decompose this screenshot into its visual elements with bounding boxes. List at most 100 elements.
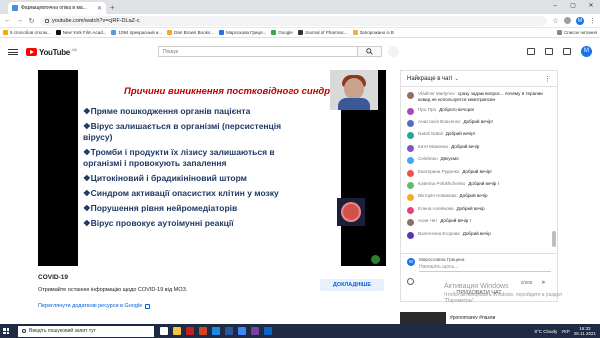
avatar — [407, 92, 414, 99]
presentation-slide: Причини виникнення постковідного синдром… — [78, 70, 365, 266]
avatar — [407, 181, 414, 189]
chat-header: Найкраще в чаті ⌄ ⋮ — [401, 71, 557, 87]
windows-activation-text: Чтобы активировать Windows, перейдите в … — [444, 292, 563, 304]
chrome-icon[interactable] — [238, 327, 246, 335]
bookmark-icon — [55, 30, 61, 35]
chat-message: Vladimir Martynov сразу задам вопрос... п… — [401, 89, 551, 105]
chevron-down-icon[interactable]: ⌄ — [454, 76, 458, 82]
folder-icon — [352, 30, 358, 35]
bookmark-item[interactable]: Запорожано із В — [352, 30, 394, 35]
acrobat-icon[interactable] — [186, 327, 194, 335]
create-video-icon[interactable] — [527, 48, 535, 55]
youtube-header: YouTube UA Пошук M — [0, 38, 600, 66]
bookmark-star-icon[interactable]: ☆ — [552, 17, 559, 25]
send-icon[interactable]: ➤ — [541, 279, 546, 286]
forward-icon[interactable]: → — [16, 17, 23, 24]
language-indicator[interactable]: УКР — [561, 329, 569, 334]
avatar — [407, 157, 414, 165]
related-video-thumbnail[interactable] — [400, 312, 446, 324]
chat-scrollbar[interactable] — [552, 231, 556, 247]
bookmark-item[interactable]: Google — [271, 30, 293, 35]
weather-status[interactable]: 8°C Cloudy — [535, 329, 558, 334]
url-field[interactable]: youtube.com/watch?v=cjRF-DLaZ-c — [40, 15, 547, 26]
new-tab-button[interactable]: + — [110, 2, 115, 14]
tab-close-icon[interactable]: ✕ — [97, 5, 102, 12]
lock-icon — [45, 18, 49, 23]
search-input[interactable]: Пошук — [159, 47, 357, 56]
slide-bullet: ❖Порушення рівня нейромедіаторів — [83, 203, 238, 213]
bookmark-icon — [3, 30, 8, 35]
video-player[interactable]: Причини виникнення постковідного синдром… — [38, 70, 386, 266]
maximize-button[interactable]: ▢ — [564, 0, 582, 12]
avatar — [407, 119, 414, 127]
profile-avatar[interactable]: M — [576, 16, 584, 25]
slide-bullet: ❖Синдром активації опасистих клітин у мо… — [83, 188, 279, 198]
slide-bullets: ❖Пряме пошкодження органів пацієнта ❖Вір… — [83, 106, 305, 233]
avatar — [407, 194, 414, 202]
avatar — [407, 144, 414, 152]
taskbar-apps — [160, 327, 272, 335]
char-counter: 0/200 — [521, 280, 533, 285]
browser-tab[interactable]: Фармацевтична опіка в ма... ✕ — [8, 2, 106, 14]
avatar — [407, 219, 414, 227]
composer-author: Мирославна Грицина — [419, 257, 465, 262]
bookmark-item[interactable]: New York Film Acad... — [55, 30, 106, 35]
clock[interactable]: 16:33 26.11.2021 — [574, 326, 596, 336]
related-video-tags[interactable]: #ponomarev #пазли — [450, 315, 495, 321]
extension-icon[interactable] — [564, 17, 571, 24]
chat-message: Про Про Доброго вечора! — [401, 105, 551, 117]
speaker-webcam — [330, 70, 378, 110]
hamburger-menu-icon[interactable] — [8, 49, 18, 55]
edge-icon[interactable] — [212, 327, 220, 335]
slide-bullet: ❖Тромби і продукти їх лізису залишаються… — [83, 147, 275, 168]
reload-icon[interactable]: ↻ — [28, 17, 35, 25]
bookmark-item[interactable]: 1094 прекрасный и... — [111, 30, 162, 35]
minimize-button[interactable]: – — [546, 0, 564, 12]
close-window-button[interactable]: ✕ — [582, 0, 600, 12]
bookmark-item[interactable]: Dan Brown Books... — [167, 30, 214, 35]
bookmark-icon — [297, 30, 303, 35]
chat-menu-icon[interactable]: ⋮ — [544, 75, 551, 83]
window-controls: – ▢ ✕ — [546, 0, 600, 12]
slide-bullet: ❖Цитокіновий і брадикініновий шторм — [83, 173, 247, 183]
chat-message: Валентина Егорова Добрий вечір — [401, 229, 551, 241]
search-button[interactable] — [357, 47, 381, 56]
header-actions: M — [527, 46, 592, 57]
apps-grid-icon[interactable] — [545, 48, 553, 55]
windows-taskbar: Введіть пошуковий запит тут 8°C Cloudy У… — [0, 324, 600, 338]
youtube-wordmark: YouTube — [39, 47, 70, 57]
slide-bullet: ❖Вірус залишається в організмі (персисте… — [83, 121, 282, 142]
powerpoint-icon[interactable] — [199, 327, 207, 335]
avatar — [407, 132, 414, 140]
account-avatar[interactable]: M — [581, 46, 592, 57]
youtube-logo[interactable]: YouTube UA — [26, 48, 77, 57]
word-icon[interactable] — [225, 327, 233, 335]
viber-icon[interactable] — [251, 327, 259, 335]
emoji-icon[interactable] — [407, 278, 414, 285]
bookmark-item[interactable]: 9 способов отклю... — [3, 30, 51, 35]
taskbar-search[interactable]: Введіть пошуковий запит тут — [18, 325, 154, 337]
windows-start-icon[interactable] — [0, 325, 12, 337]
slide-bullet: ❖Пряме пошкодження органів пацієнта — [83, 106, 251, 116]
zoom-icon[interactable] — [264, 327, 272, 335]
chat-message: Celebrian Дякуємо — [401, 154, 551, 166]
chat-messages: Vladimir Martynov сразу задам вопрос... п… — [401, 89, 551, 275]
bookmark-item[interactable]: Journal of Pharmac... — [297, 30, 348, 35]
reading-list[interactable]: Список читання — [556, 30, 597, 35]
external-link-icon — [145, 303, 151, 309]
notifications-bell-icon[interactable] — [563, 48, 571, 55]
task-view-icon[interactable] — [160, 327, 168, 335]
microphone-icon[interactable] — [388, 46, 399, 57]
more-resources-link[interactable]: Переглянути додаткові ресурси в Google — [38, 303, 386, 309]
details-button[interactable]: ДОКЛАДНІШЕ — [320, 279, 384, 291]
reading-list-icon — [556, 30, 562, 35]
tab-title: Фармацевтична опіка в ма... — [21, 5, 87, 11]
bookmark-item[interactable]: Марсохова Гриця... — [218, 30, 266, 35]
avatar — [407, 206, 414, 214]
file-explorer-icon[interactable] — [173, 327, 181, 335]
chat-mode-selector[interactable]: Найкраще в чаті — [407, 76, 452, 82]
menu-dots-icon[interactable]: ⋮ — [589, 17, 596, 25]
avatar — [407, 107, 414, 115]
chat-input[interactable]: Напишіть щось... — [419, 264, 458, 270]
back-icon[interactable]: ← — [4, 17, 11, 24]
